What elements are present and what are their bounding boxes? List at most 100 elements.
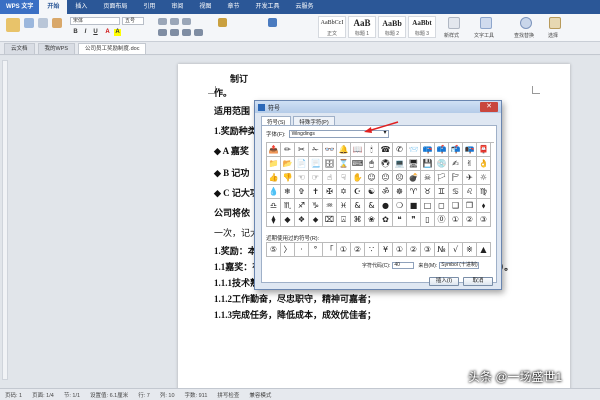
- symbol-cell[interactable]: ♎: [267, 199, 281, 213]
- symbol-cell[interactable]: ❒: [463, 199, 477, 213]
- doc-tab-current[interactable]: 公司员工奖励制度.doc: [78, 43, 147, 54]
- doc-tab-my-wps[interactable]: 我的WPS: [37, 43, 76, 54]
- recent-symbol-cell[interactable]: ▲: [477, 243, 491, 257]
- symbol-cell[interactable]: ✂: [295, 143, 309, 157]
- symbol-cell[interactable]: &: [351, 199, 365, 213]
- tab-cloud[interactable]: 云服务: [287, 0, 321, 14]
- line-spacing-icon[interactable]: [218, 18, 227, 27]
- find-replace-icon[interactable]: [520, 17, 532, 29]
- symbol-cell[interactable]: 📭: [463, 143, 477, 157]
- symbol-cell[interactable]: ☸: [393, 185, 407, 199]
- symbol-cell[interactable]: ☞: [309, 171, 323, 185]
- symbol-cell[interactable]: ✈: [463, 171, 477, 185]
- symbol-cell[interactable]: ♉: [421, 185, 435, 199]
- symbol-cell[interactable]: ❑: [449, 199, 463, 213]
- symbol-cell[interactable]: □: [421, 199, 435, 213]
- symbol-cell[interactable]: 👌: [477, 157, 491, 171]
- symbol-cell[interactable]: ❝: [393, 213, 407, 227]
- symbol-cell[interactable]: ♏: [281, 199, 295, 213]
- symbol-cell[interactable]: ♈: [407, 185, 421, 199]
- symbol-cell[interactable]: ✡: [337, 185, 351, 199]
- symbol-cell[interactable]: 💾: [421, 157, 435, 171]
- bold-button[interactable]: B: [72, 29, 79, 36]
- dialog-titlebar[interactable]: 符号 ✕: [255, 101, 501, 113]
- symbol-cell[interactable]: ②: [463, 213, 477, 227]
- border-icon[interactable]: [268, 18, 277, 27]
- symbol-cell[interactable]: ॐ: [379, 185, 393, 199]
- symbol-cell[interactable]: ▯: [421, 213, 435, 227]
- symbol-cell[interactable]: ♒: [323, 199, 337, 213]
- align-center-icon[interactable]: [170, 29, 179, 36]
- symbol-cell[interactable]: ✿: [379, 213, 393, 227]
- symbol-cell[interactable]: ✁: [309, 143, 323, 157]
- recent-symbol-cell[interactable]: ②: [351, 243, 365, 257]
- symbol-cell[interactable]: ☪: [351, 185, 365, 199]
- align-right-icon[interactable]: [182, 29, 191, 36]
- paste-icon[interactable]: [6, 18, 20, 32]
- tab-review[interactable]: 审阅: [163, 0, 191, 14]
- symbol-cell[interactable]: ⌛: [337, 157, 351, 171]
- style-normal[interactable]: AaBbCcI 正文: [318, 16, 346, 38]
- symbol-cell[interactable]: 📬: [449, 143, 463, 157]
- recent-symbol-cell[interactable]: √: [449, 243, 463, 257]
- symbol-cell[interactable]: 😐: [379, 171, 393, 185]
- from-select[interactable]: Symbol (十进制): [439, 262, 480, 269]
- symbol-cell[interactable]: 🏱: [449, 171, 463, 185]
- insert-button[interactable]: 插入(I): [429, 277, 459, 286]
- status-spell-check[interactable]: 拼写检查: [212, 391, 244, 399]
- symbol-cell[interactable]: 👍: [267, 171, 281, 185]
- symbol-cell[interactable]: ♌: [463, 185, 477, 199]
- recent-symbol-cell[interactable]: °: [309, 243, 323, 257]
- symbol-cell[interactable]: ❀: [365, 213, 379, 227]
- symbol-cell[interactable]: ☜: [295, 171, 309, 185]
- symbol-cell[interactable]: 🏳: [435, 171, 449, 185]
- tab-home[interactable]: 开始: [39, 0, 68, 14]
- doc-tab-cloud[interactable]: 云文档: [4, 43, 35, 54]
- symbol-cell[interactable]: 📄: [295, 157, 309, 171]
- tab-insert[interactable]: 插入: [67, 0, 95, 14]
- symbol-cell[interactable]: 📮: [477, 143, 491, 157]
- symbol-cell[interactable]: ⌨: [351, 157, 365, 171]
- tab-chapter[interactable]: 章节: [219, 0, 247, 14]
- symbol-cell[interactable]: ☎: [379, 143, 393, 157]
- symbol-cell[interactable]: ●: [379, 199, 393, 213]
- underline-button[interactable]: U: [92, 29, 99, 36]
- symbol-cell[interactable]: ✝: [309, 185, 323, 199]
- symbol-cell[interactable]: 👎: [281, 171, 295, 185]
- recent-symbol-cell[interactable]: №: [435, 243, 449, 257]
- font-color-button[interactable]: A: [104, 29, 111, 36]
- symbol-cell[interactable]: 🔔: [337, 143, 351, 157]
- numbering-icon[interactable]: [170, 18, 179, 25]
- tab-references[interactable]: 引用: [135, 0, 163, 14]
- symbol-cell[interactable]: 📁: [267, 157, 281, 171]
- symbol-cell[interactable]: 🖱: [365, 157, 379, 171]
- recent-symbol-cell[interactable]: ⑤: [267, 243, 281, 257]
- symbol-cell[interactable]: ◻: [435, 199, 449, 213]
- symbol-cell[interactable]: 📪: [421, 143, 435, 157]
- font-size-select[interactable]: 五号: [122, 17, 144, 25]
- symbol-cell[interactable]: ⌘: [351, 213, 365, 227]
- copy-icon[interactable]: [38, 18, 48, 28]
- recent-symbol-cell[interactable]: ③: [421, 243, 435, 257]
- symbol-cell[interactable]: ✋: [351, 171, 365, 185]
- symbol-cell[interactable]: ☯: [365, 185, 379, 199]
- symbol-cell[interactable]: ♓: [337, 199, 351, 213]
- cut-icon[interactable]: [24, 18, 34, 28]
- char-code-input[interactable]: 40: [392, 262, 415, 269]
- recent-symbol-cell[interactable]: ①: [393, 243, 407, 257]
- style-heading-1[interactable]: AaB 标题 1: [348, 16, 376, 38]
- symbol-cell[interactable]: ✞: [295, 185, 309, 199]
- symbol-cell[interactable]: ✏: [281, 143, 295, 157]
- text-tools-icon[interactable]: [480, 17, 492, 29]
- format-painter-icon[interactable]: [52, 18, 62, 28]
- symbol-cell[interactable]: 📤: [267, 143, 281, 157]
- symbol-cell[interactable]: ✆: [393, 143, 407, 157]
- symbol-cell[interactable]: ✍: [449, 157, 463, 171]
- symbol-cell[interactable]: ⬥: [309, 213, 323, 227]
- symbol-cell[interactable]: 🗄: [323, 157, 337, 171]
- cancel-button[interactable]: 取消: [463, 277, 493, 286]
- symbol-cell[interactable]: ☝: [323, 171, 337, 185]
- symbol-cell[interactable]: ☟: [337, 171, 351, 185]
- symbol-cell[interactable]: ♋: [449, 185, 463, 199]
- style-heading-3[interactable]: AaBbt 标题 3: [408, 16, 436, 38]
